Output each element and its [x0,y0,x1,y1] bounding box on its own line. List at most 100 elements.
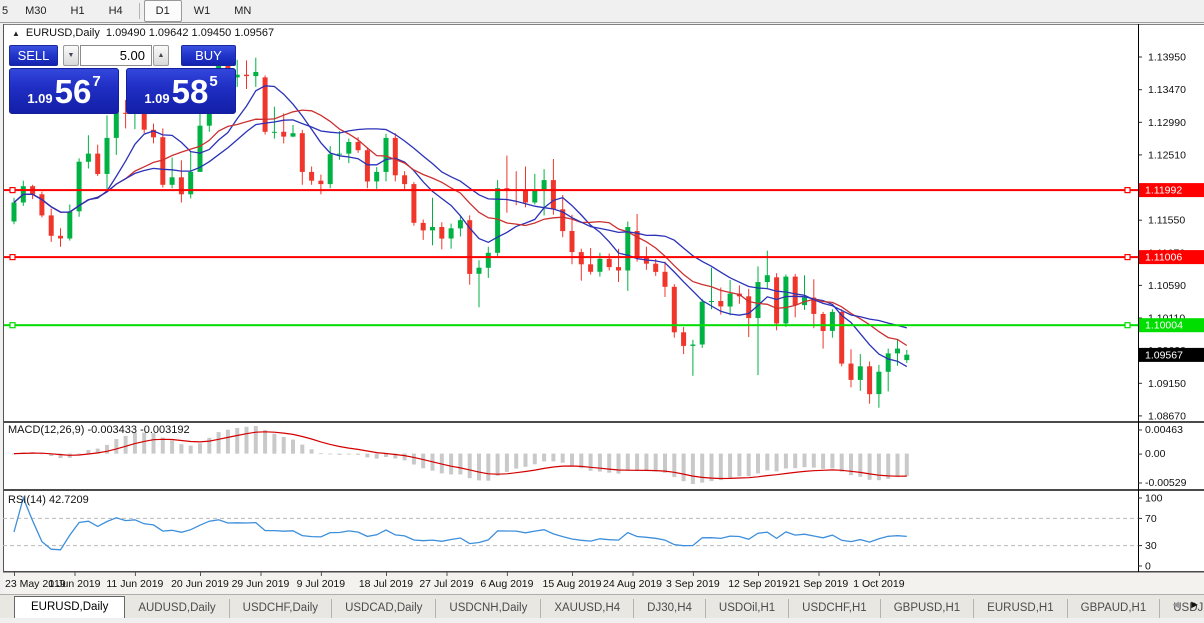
candle [904,354,910,361]
candle [895,348,900,354]
timeframe-h4-button[interactable]: H4 [97,0,135,22]
svg-text:1.09567: 1.09567 [1145,349,1183,361]
candle [337,153,342,155]
timeframe-h1-button[interactable]: H1 [59,0,97,22]
tab-usdcnh-daily[interactable]: USDCNH,Daily [436,599,542,618]
sell-price-prefix: 1.09 [27,91,53,106]
timeframe-d1-button[interactable]: D1 [143,0,182,22]
candle [550,180,556,210]
volume-decrease-button[interactable]: ▼ [63,45,79,66]
tab-gbpusd-h1[interactable]: GBPUSD,H1 [881,599,975,618]
price-line-label: 1.10004 [1139,318,1204,333]
candle [383,137,389,172]
line-handle[interactable] [9,322,16,329]
line-handle[interactable] [1124,254,1131,261]
svg-text:1.10004: 1.10004 [1145,320,1183,332]
sell-price-pip: 7 [92,73,101,90]
candle [699,301,705,345]
candle [318,180,324,185]
candle [662,271,668,287]
candle [58,235,63,239]
candle [848,363,854,380]
horizontal-line[interactable] [3,256,1138,259]
date-tick-label: 12 Sep 2019 [728,578,788,590]
candle [95,153,101,174]
candle [253,72,259,77]
date-tick-label: 9 Jul 2019 [297,578,346,590]
candle [876,371,882,395]
buy-price-box[interactable]: 1.09 58 5 [126,68,236,114]
buy-price-big: 58 [171,72,209,110]
candle [485,252,491,268]
buy-button[interactable]: BUY [181,45,236,66]
macd-values: -0.003433 -0.003192 [87,424,190,436]
price-tick-label: 1.13950 [1148,52,1186,64]
one-click-trade-panel: SELL ▼ ▲ BUY 1.09 56 7 1.09 58 5 [9,45,236,114]
candle [690,344,696,346]
candle [392,137,398,176]
rsi-axis-label: 0 [1145,561,1151,573]
line-handle[interactable] [9,187,16,194]
candle [523,190,528,203]
candle [606,258,612,268]
candle [39,194,45,216]
timeframe-m5-button[interactable]: 5 [0,0,13,22]
buy-price-prefix: 1.09 [144,91,170,106]
tab-gbpaud-h1[interactable]: GBPAUD,H1 [1068,599,1161,618]
date-tick-label: 24 Aug 2019 [603,578,662,590]
volume-increase-button[interactable]: ▲ [153,45,169,66]
candle [178,177,184,195]
collapse-triangle-icon[interactable]: ▲ [12,29,20,38]
tab-eurusd-daily[interactable]: EURUSD,Daily [14,596,126,618]
tab-dj30-h4[interactable]: DJ30,H4 [634,599,706,618]
price-line-label: 1.11992 [1139,183,1204,198]
candle [309,171,315,181]
rsi-pane-label: RSI(14) 42.7209 [8,494,89,506]
tab-scroll-left-icon[interactable]: ◄ [1170,599,1181,611]
tab-xauusd-h4[interactable]: XAUUSD,H4 [541,599,635,618]
candle [569,231,575,253]
tab-eurusd-h1[interactable]: EURUSD,H1 [974,599,1068,618]
candle [718,301,724,307]
timeframe-m30-button[interactable]: M30 [13,0,58,22]
sell-price-big: 56 [54,72,92,110]
candle [104,137,110,174]
line-handle[interactable] [9,254,16,261]
candle [681,332,687,346]
chart-ohlc-values: 1.09490 1.09642 1.09450 1.09567 [105,27,275,39]
candle [457,220,463,229]
sell-button[interactable]: SELL [9,45,58,66]
tab-usdchf-daily[interactable]: USDCHF,Daily [230,599,333,618]
candle [867,366,873,395]
candle [829,311,835,331]
tab-usdchf-h1[interactable]: USDCHF,H1 [789,599,881,618]
candle [653,263,659,272]
date-tick-label: 27 Jul 2019 [419,578,473,590]
tab-audusd-daily[interactable]: AUDUSD,Daily [125,599,230,618]
macd-title: MACD(12,26,9) [8,424,85,436]
timeframe-w1-button[interactable]: W1 [182,0,223,22]
candle [578,252,584,265]
rsi-axis-label: 100 [1145,493,1163,505]
tab-usdoil-h1[interactable]: USDOil,H1 [706,599,790,618]
price-tick-label: 1.12510 [1148,149,1186,161]
date-tick-label: 29 Jun 2019 [232,578,290,590]
candle [476,267,482,274]
volume-input[interactable] [80,45,152,66]
timeframe-mn-button[interactable]: MN [222,0,263,22]
candle [448,228,454,239]
mt4-window: 5 M30 H1 H4 D1 W1 MN 1.13950 1.13470 1.129… [0,0,1204,623]
svg-text:1.11992: 1.11992 [1145,185,1182,197]
line-handle[interactable] [1124,187,1131,194]
sell-price-box[interactable]: 1.09 56 7 [9,68,119,114]
line-handle[interactable] [1124,322,1131,329]
horizontal-line[interactable] [3,324,1138,327]
tab-scroll-right-icon[interactable]: ► [1189,599,1200,611]
horizontal-line[interactable] [3,189,1138,192]
candle [792,276,798,306]
price-line-label: 1.11006 [1139,250,1204,265]
tab-usdcad-daily[interactable]: USDCAD,Daily [332,599,437,618]
candle [169,177,175,185]
candle [374,171,380,182]
macd-axis-label: 0.00 [1145,448,1166,460]
